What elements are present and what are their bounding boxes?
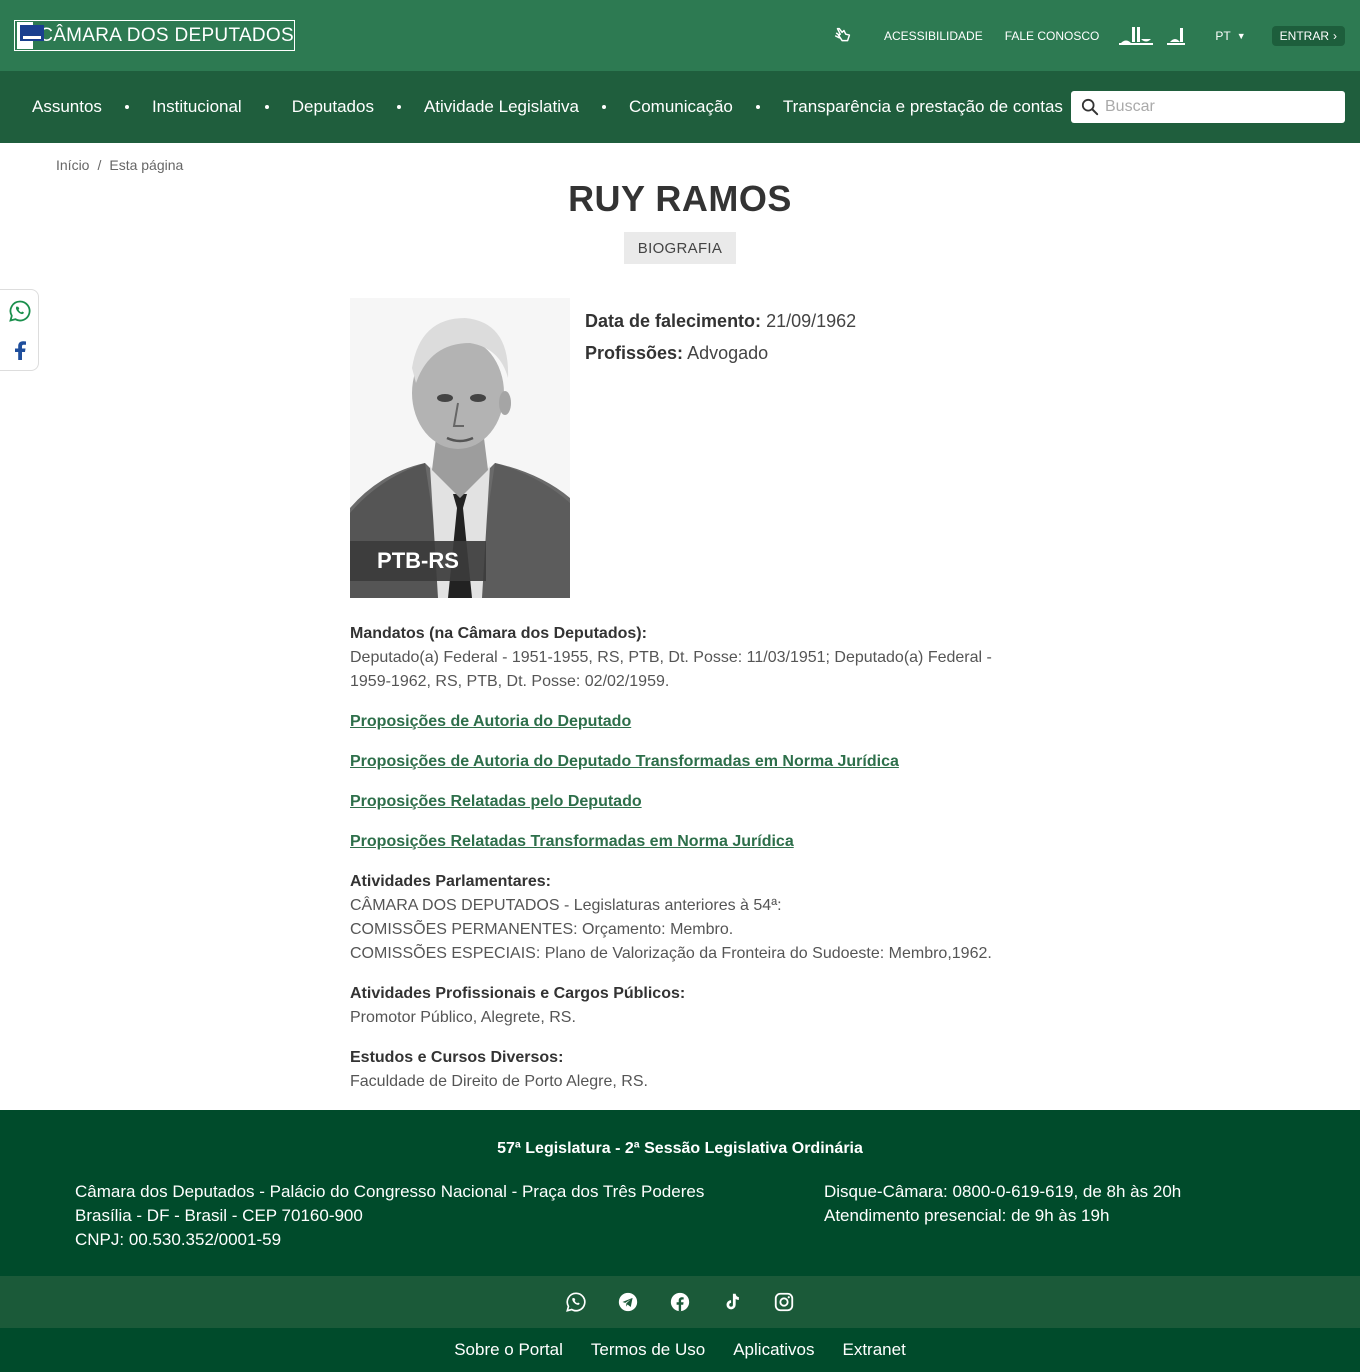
address-line: Brasília - DF - Brasil - CEP 70160-900 (75, 1206, 363, 1225)
nav-item-comunicacao[interactable]: Comunicação (629, 97, 733, 117)
parliamentary-line: COMISSÕES PERMANENTES: Orçamento: Membro… (350, 921, 734, 938)
logo-text: CÂMARA DOS DEPUTADOS (39, 24, 294, 46)
nav-separator (264, 105, 269, 109)
sign-language-icon[interactable] (832, 25, 854, 47)
breadcrumb: Início / Esta página (56, 157, 183, 173)
death-date-value: 21/09/1962 (766, 311, 857, 331)
nav-item-deputados[interactable]: Deputados (292, 97, 374, 117)
address-line: CNPJ: 00.530.352/0001-59 (75, 1230, 282, 1249)
footer-address: Câmara dos Deputados - Palácio do Congre… (75, 1180, 704, 1252)
death-date-label: Data de falecimento: (585, 311, 762, 331)
death-date-row: Data de falecimento: 21/09/1962 (585, 305, 856, 337)
accessibility-link[interactable]: ACESSIBILIDADE (884, 29, 983, 43)
footer-link-aplicativos[interactable]: Aplicativos (733, 1340, 814, 1360)
page-title: RUY RAMOS (568, 178, 792, 219)
nav-separator (396, 105, 401, 109)
logo-mark-icon (17, 22, 45, 49)
contact-line: Disque-Câmara: 0800-0-619-619, de 8h às … (824, 1182, 1182, 1201)
contact-link[interactable]: FALE CONOSCO (1005, 29, 1100, 43)
legislature-label: 57ª Legislatura - 2ª Sessão Legislativa … (497, 1140, 863, 1157)
share-bar (0, 289, 39, 371)
mandates-text: Deputado(a) Federal - 1951-1955, RS, PTB… (350, 649, 992, 690)
nav-item-transparencia[interactable]: Transparência e prestação de contas (783, 97, 1063, 117)
professional-title: Atividades Profissionais e Cargos Públic… (350, 985, 686, 1002)
breadcrumb-separator: / (97, 157, 102, 173)
footer-social-bar (0, 1276, 1360, 1328)
link-proposicoes-relatadas-norma[interactable]: Proposições Relatadas Transformadas em N… (350, 830, 1010, 854)
parliamentary-section: Atividades Parlamentares: CÂMARA DOS DEP… (350, 870, 1010, 966)
party-badge: PTB-RS (350, 541, 486, 581)
footer-link-termos[interactable]: Termos de Uso (591, 1340, 705, 1360)
profession-row: Profissões: Advogado (585, 337, 856, 369)
whatsapp-icon[interactable] (8, 299, 32, 323)
link-proposicoes-relatadas[interactable]: Proposições Relatadas pelo Deputado (350, 790, 1010, 814)
whatsapp-icon[interactable] (565, 1291, 587, 1313)
nav-item-atividade-legislativa[interactable]: Atividade Legislativa (424, 97, 579, 117)
contact-line: Atendimento presencial: de 9h às 19h (824, 1206, 1110, 1225)
chevron-right-icon: › (1333, 29, 1337, 43)
top-bar: CÂMARA DOS DEPUTADOS ACESSIBILIDADE FALE… (0, 0, 1360, 71)
login-label: ENTRAR (1279, 29, 1329, 43)
tiktok-icon[interactable] (721, 1291, 743, 1313)
footer-links-bar: Sobre o Portal Termos de Uso Aplicativos… (0, 1328, 1360, 1372)
search-icon[interactable] (1081, 98, 1099, 116)
professional-text: Promotor Público, Alegrete, RS. (350, 1009, 576, 1026)
nav-separator (124, 105, 129, 109)
camara-building-icon[interactable] (1119, 26, 1154, 46)
search-input[interactable] (1105, 98, 1335, 116)
link-proposicoes-autoria-norma[interactable]: Proposições de Autoria do Deputado Trans… (350, 750, 1010, 774)
site-logo[interactable]: CÂMARA DOS DEPUTADOS (14, 20, 295, 51)
language-value: PT (1215, 29, 1231, 43)
footer: 57ª Legislatura - 2ª Sessão Legislativa … (0, 1110, 1360, 1276)
studies-title: Estudos e Cursos Diversos: (350, 1049, 564, 1066)
mandates-title: Mandatos (na Câmara dos Deputados): (350, 625, 647, 642)
top-links: ACESSIBILIDADE FALE CONOSCO PT ▼ ENTRAR … (832, 24, 1345, 48)
parliamentary-title: Atividades Parlamentares: (350, 873, 551, 890)
nav-separator (601, 105, 606, 109)
facebook-icon[interactable] (8, 338, 32, 362)
breadcrumb-current: Esta página (109, 157, 184, 173)
footer-contact: Disque-Câmara: 0800-0-619-619, de 8h às … (824, 1180, 1181, 1228)
biography-tag: BIOGRAFIA (624, 232, 736, 264)
nav-item-assuntos[interactable]: Assuntos (32, 97, 102, 117)
login-button[interactable]: ENTRAR › (1271, 26, 1345, 46)
professional-section: Atividades Profissionais e Cargos Públic… (350, 982, 1010, 1030)
nav-item-institucional[interactable]: Institucional (152, 97, 242, 117)
footer-link-extranet[interactable]: Extranet (842, 1340, 905, 1360)
main-nav: Assuntos Institucional Deputados Ativida… (0, 71, 1360, 143)
footer-link-sobre[interactable]: Sobre o Portal (454, 1340, 563, 1360)
address-line: Câmara dos Deputados - Palácio do Congre… (75, 1182, 705, 1201)
studies-text: Faculdade de Direito de Porto Alegre, RS… (350, 1073, 648, 1090)
caret-down-icon: ▼ (1236, 31, 1246, 41)
biography-content: Mandatos (na Câmara dos Deputados): Depu… (350, 622, 1010, 1110)
facebook-icon[interactable] (669, 1291, 691, 1313)
language-selector[interactable]: PT ▼ (1215, 29, 1245, 43)
parliamentary-line: COMISSÕES ESPECIAIS: Plano de Valorizaçã… (350, 945, 992, 962)
parliamentary-line: CÂMARA DOS DEPUTADOS - Legislaturas ante… (350, 897, 782, 914)
profile-info: Data de falecimento: 21/09/1962 Profissõ… (585, 305, 856, 369)
link-proposicoes-autoria[interactable]: Proposições de Autoria do Deputado (350, 710, 1010, 734)
profession-label: Profissões: (585, 343, 684, 363)
breadcrumb-home[interactable]: Início (56, 157, 89, 173)
profession-value: Advogado (687, 343, 769, 363)
nav-separator (755, 105, 760, 109)
senate-building-icon[interactable] (1167, 26, 1186, 46)
telegram-icon[interactable] (617, 1291, 639, 1313)
instagram-icon[interactable] (773, 1291, 795, 1313)
mandates-section: Mandatos (na Câmara dos Deputados): Depu… (350, 622, 1010, 694)
studies-section: Estudos e Cursos Diversos: Faculdade de … (350, 1046, 1010, 1094)
search-box (1071, 91, 1345, 123)
